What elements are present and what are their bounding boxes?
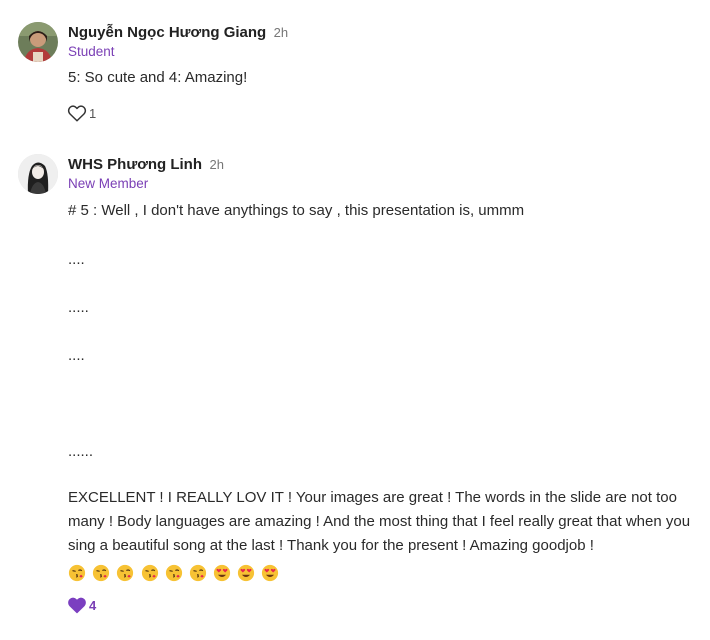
face-blowing-kiss-icon — [141, 564, 158, 582]
comment-text: 5: So cute and 4: Amazing! — [68, 69, 248, 86]
like-button[interactable]: 1 — [67, 104, 96, 122]
avatar[interactable] — [18, 154, 58, 194]
comment-text-line: .... — [68, 347, 85, 364]
comment-text-line: ...... — [68, 443, 94, 460]
author-name[interactable]: Nguyễn Ngọc Hương Giang — [68, 24, 266, 41]
timestamp: 2h — [209, 157, 224, 172]
like-button[interactable]: 4 — [67, 596, 96, 614]
avatar[interactable] — [18, 22, 58, 62]
author-role: New Member — [68, 176, 149, 191]
emoji-row — [68, 561, 281, 585]
heart-filled-icon — [68, 597, 86, 614]
heart-outline-icon — [67, 105, 87, 122]
comment-paragraph-text: EXCELLENT ! I REALLY LOV IT ! Your image… — [68, 489, 691, 554]
comment-text-line: ..... — [68, 299, 89, 316]
comment-header: Nguyễn Ngọc Hương Giang 2h — [68, 24, 288, 42]
author-role: Student — [68, 44, 115, 59]
face-blowing-kiss-icon — [189, 564, 206, 582]
author-name[interactable]: WHS Phương Linh — [68, 156, 202, 173]
face-blowing-kiss-icon — [117, 564, 134, 582]
comment-header: WHS Phương Linh 2h — [68, 156, 224, 174]
timestamp: 2h — [273, 25, 289, 40]
heart-eyes-icon — [238, 564, 255, 582]
comment-paragraph: EXCELLENT ! I REALLY LOV IT ! Your image… — [68, 486, 698, 585]
like-count: 4 — [89, 597, 97, 613]
face-blowing-kiss-icon — [165, 564, 182, 582]
face-blowing-kiss-icon — [68, 564, 86, 582]
comment-text-line: # 5 : Well , I don't have anythings to s… — [68, 202, 525, 219]
heart-eyes-icon — [213, 564, 231, 582]
comment-text-line: .... — [68, 251, 85, 268]
like-count: 1 — [89, 105, 97, 121]
face-blowing-kiss-icon — [93, 564, 110, 582]
heart-eyes-icon — [262, 564, 279, 582]
